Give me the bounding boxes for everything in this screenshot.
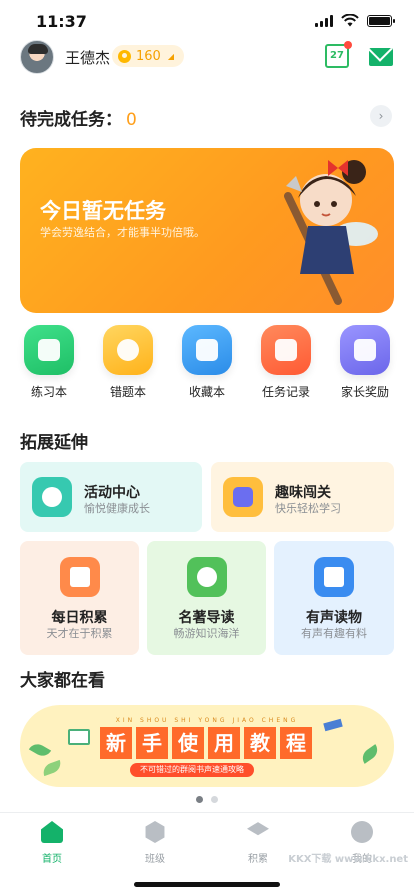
status-time: 11:37: [36, 12, 87, 31]
medal-icon: [32, 477, 72, 517]
book-icon: [68, 729, 90, 745]
graduation-cap-icon: [247, 822, 269, 836]
card-fun-challenge[interactable]: 趣味闯关 快乐轻松学习: [211, 462, 394, 532]
profile-icon: [351, 821, 373, 843]
headline-char: 用: [208, 727, 240, 759]
mascot-illustration: [284, 160, 378, 305]
mail-icon[interactable]: [369, 48, 393, 66]
pending-tasks-row[interactable]: 待完成任务： 0 ›: [20, 105, 394, 130]
carousel-dot[interactable]: [211, 796, 218, 803]
quick-label: 收藏本: [188, 385, 225, 399]
card-classic-reading[interactable]: 名著导读 畅游知识海洋: [147, 541, 266, 655]
quick-actions: 练习本 错题本 收藏本 任务记录 家长奖励: [10, 325, 404, 405]
profile-header: 王德杰 160 ◢ 27: [20, 40, 394, 76]
section-title-extend: 拓展延伸: [20, 433, 88, 453]
tab-class[interactable]: 班级: [125, 821, 185, 865]
calendar-checkin-button[interactable]: 27: [325, 41, 352, 68]
banner-tagline: 不可错过的群阅书声速通攻略: [130, 763, 254, 777]
chevron-right-icon[interactable]: ›: [370, 105, 392, 127]
card-subtitle: 愉悦健康成长: [84, 502, 150, 515]
quick-label: 错题本: [109, 385, 146, 399]
tab-label: 班级: [145, 854, 165, 865]
task-record-icon: [261, 325, 311, 375]
quick-favorites-book[interactable]: 收藏本: [168, 325, 246, 405]
quick-label: 家长奖励: [340, 385, 389, 399]
card-subtitle: 有声有趣有料: [301, 627, 367, 640]
no-task-banner: 今日暂无任务 学会劳逸结合，才能事半功倍哦。: [20, 148, 394, 313]
audio-book-icon: [314, 557, 354, 597]
quick-wrong-book[interactable]: 错题本: [89, 325, 167, 405]
home-indicator: [134, 882, 280, 887]
banner-pinyin: XIN SHOU SHI YONG JIAO CHENG: [115, 717, 299, 724]
carousel-dot-active[interactable]: [196, 796, 203, 803]
banner-subtitle: 学会劳逸结合，才能事半功倍哦。: [40, 226, 205, 239]
headline-char: 使: [172, 727, 204, 759]
leaf-decoration: [40, 759, 64, 777]
section-title-popular: 大家都在看: [20, 671, 105, 691]
points-value: 160: [136, 48, 161, 64]
headline-char: 教: [244, 727, 276, 759]
gamepad-icon: [223, 477, 263, 517]
banner-title: 今日暂无任务: [40, 199, 166, 223]
username[interactable]: 王德杰: [65, 47, 110, 68]
gift-icon: [340, 325, 390, 375]
leaf-decoration: [358, 744, 382, 764]
card-daily-accumulation[interactable]: 每日积累 天才在于积累: [20, 541, 139, 655]
card-subtitle: 天才在于积累: [46, 627, 113, 640]
pending-tasks-label: 待完成任务：: [20, 110, 122, 130]
card-title: 活动中心: [84, 485, 140, 501]
pending-tasks-count: 0: [126, 110, 137, 130]
home-icon: [41, 821, 63, 843]
tab-accumulate[interactable]: 积累: [228, 821, 288, 865]
card-subtitle: 畅游知识海洋: [173, 627, 240, 640]
card-title: 有声读物: [306, 610, 362, 626]
carousel-indicator: [0, 796, 414, 803]
tutorial-banner[interactable]: XIN SHOU SHI YONG JIAO CHENG 新 手 使 用 教 程…: [20, 705, 394, 787]
quick-task-record[interactable]: 任务记录: [247, 325, 325, 405]
battery-icon: [367, 14, 395, 27]
signal-icon: [315, 14, 333, 27]
headline-char: 程: [280, 727, 312, 759]
class-icon: [145, 821, 165, 843]
quick-practice-book[interactable]: 练习本: [10, 325, 88, 405]
quick-label: 任务记录: [261, 385, 310, 399]
reader-icon: [187, 557, 227, 597]
headline-char: 手: [136, 727, 168, 759]
card-title: 名著导读: [178, 610, 235, 626]
coin-icon: [118, 49, 131, 63]
watermark: KKX下载 www.kkx.net: [288, 854, 408, 865]
card-subtitle: 快乐轻松学习: [275, 502, 341, 515]
tab-label: 积累: [248, 854, 268, 865]
notification-dot: [344, 41, 352, 49]
points-badge[interactable]: 160 ◢: [112, 45, 184, 67]
favorites-icon: [182, 325, 232, 375]
card-activity-center[interactable]: 活动中心 愉悦健康成长: [20, 462, 202, 532]
status-icons: [315, 14, 395, 27]
leaf-decoration: [28, 740, 52, 760]
wifi-icon: [341, 14, 359, 27]
headline-char: 新: [100, 727, 132, 759]
tab-home[interactable]: 首页: [22, 821, 82, 865]
clipboard-icon: [60, 557, 100, 597]
calendar-day: 27: [330, 50, 344, 61]
banner-headline: 新 手 使 用 教 程: [100, 727, 312, 759]
card-audio-books[interactable]: 有声读物 有声有趣有料: [274, 541, 394, 655]
avatar[interactable]: [20, 40, 54, 74]
wrong-book-icon: [103, 325, 153, 375]
card-title: 趣味闯关: [275, 485, 331, 501]
quick-label: 练习本: [30, 385, 67, 399]
tab-label: 首页: [42, 854, 62, 865]
triangle-icon: ◢: [167, 51, 174, 61]
status-bar: 11:37: [0, 0, 414, 44]
notebook-icon: [24, 325, 74, 375]
quick-parent-reward[interactable]: 家长奖励: [326, 325, 404, 405]
card-title: 每日积累: [51, 610, 108, 626]
